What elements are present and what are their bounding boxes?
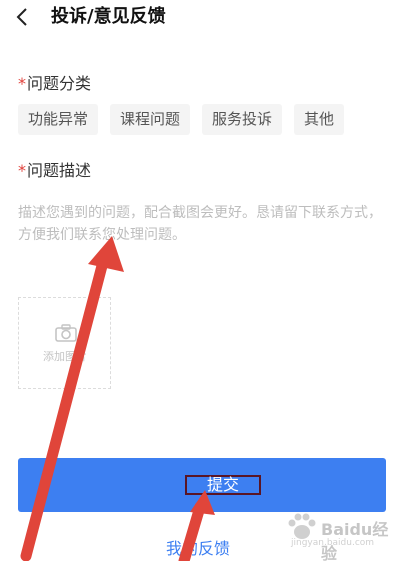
my-feedback-link[interactable]: 我的反馈 [166, 535, 230, 559]
watermark-url: jingyan.baidu.com [291, 538, 375, 548]
description-textarea[interactable]: 描述您遇到的问题，配合截图会更好。恳请留下联系方式，方便我们联系您处理问题。 [18, 202, 390, 246]
description-label-text: 问题描述 [27, 161, 92, 180]
category-label: *问题分类 [18, 74, 91, 94]
required-mark: * [18, 161, 26, 180]
required-mark: * [18, 74, 26, 93]
camera-icon [55, 324, 77, 342]
category-option-service[interactable]: 服务投诉 [202, 104, 283, 135]
back-arrow-icon[interactable] [12, 6, 34, 28]
category-option-other[interactable]: 其他 [294, 104, 345, 135]
category-option-function[interactable]: 功能异常 [18, 104, 99, 135]
category-options: 功能异常 课程问题 服务投诉 其他 [18, 104, 345, 135]
submit-button[interactable]: 提交 [18, 458, 386, 512]
description-label: *问题描述 [18, 161, 91, 181]
upload-label: 添加图片 [43, 350, 87, 363]
category-label-text: 问题分类 [27, 74, 92, 93]
header: 投诉/意见反馈 [0, 0, 405, 36]
page-title: 投诉/意见反馈 [51, 6, 166, 27]
baidu-watermark: Baidu经验 jingyan.baidu.com [281, 508, 401, 563]
category-option-course[interactable]: 课程问题 [110, 104, 191, 135]
submit-label: 提交 [185, 475, 261, 495]
image-upload-button[interactable]: 添加图片 [18, 297, 111, 389]
